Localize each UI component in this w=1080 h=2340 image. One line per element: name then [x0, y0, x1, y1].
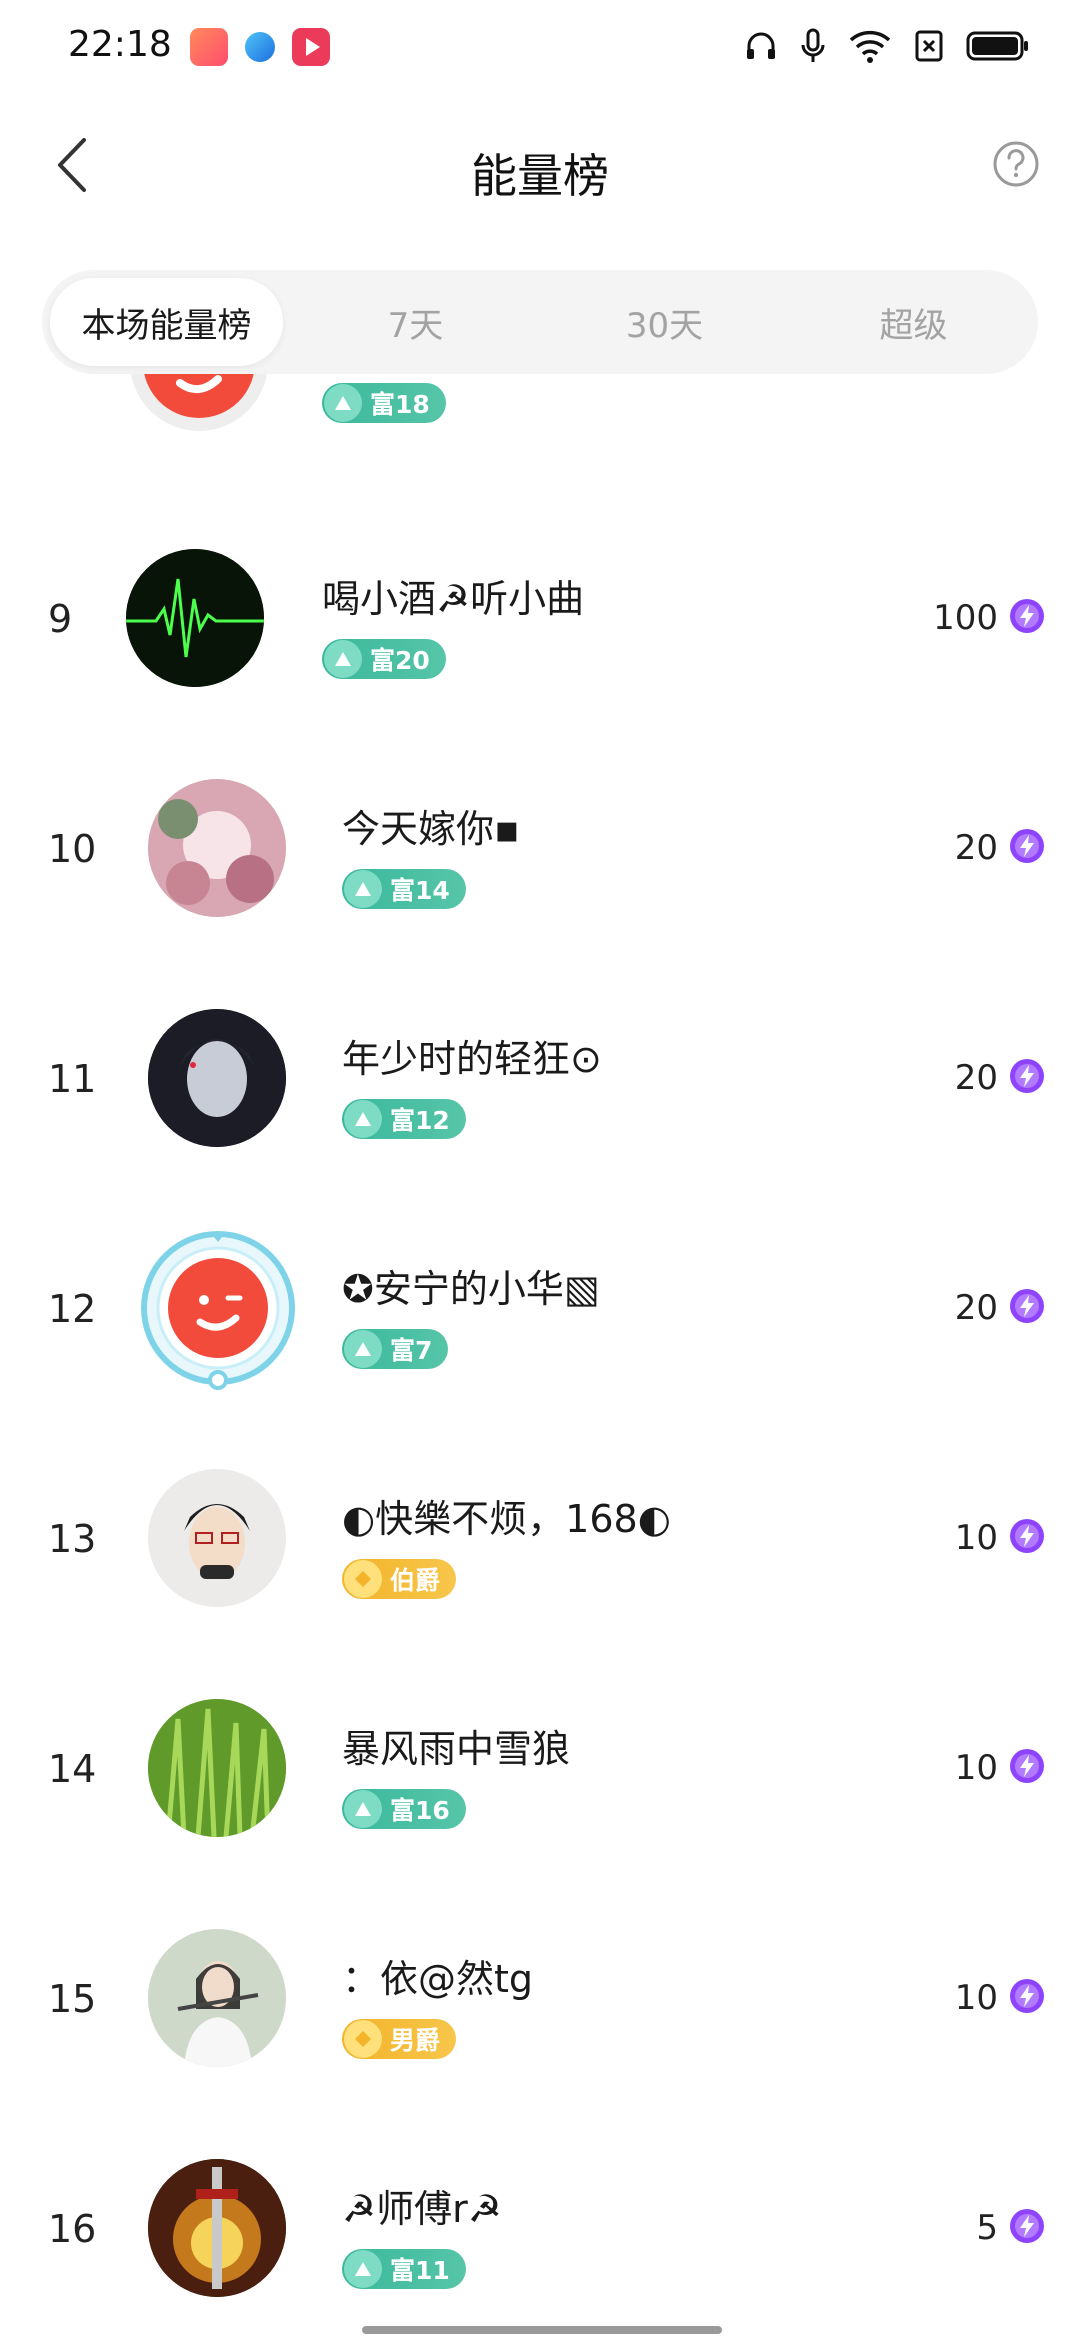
badge-label: 富16 [390, 1796, 450, 1825]
badge-diamond-icon [344, 2020, 382, 2058]
avatar [148, 2159, 286, 2297]
rank-number: 12 [48, 1287, 97, 1331]
app-notification-icon-2 [245, 32, 275, 62]
avatar [126, 549, 264, 687]
badge-label: 富18 [370, 390, 430, 419]
avatar-with-frame [140, 1230, 296, 1390]
user-name: ☭师傅r☭ [342, 2187, 502, 2231]
tab-super[interactable]: 超级 [797, 278, 1030, 366]
energy-score: 20 [954, 1058, 998, 1098]
wealth-badge: 富7 [342, 1329, 449, 1369]
energy-score: 10 [954, 1518, 998, 1558]
energy-score: 5 [976, 2208, 998, 2248]
energy-bolt-icon [1010, 2209, 1044, 2243]
list-item[interactable]: 9 喝小酒☭听小曲 富20 100 [0, 504, 1080, 734]
avatar [148, 779, 286, 917]
status-time: 22:18 [68, 24, 172, 65]
headphones-icon [747, 32, 775, 59]
badge-label: 富14 [390, 876, 450, 905]
list-item[interactable]: 15 ：依@然tg 男爵 10 [0, 1884, 1080, 2114]
avatar [148, 1699, 286, 1837]
rank-number: 11 [48, 1057, 97, 1101]
status-indicators [744, 28, 1030, 64]
user-name: 喝小酒☭听小曲 [322, 577, 585, 621]
wealth-badge: 富18 [322, 383, 446, 423]
avatar [148, 1009, 286, 1147]
noble-badge: 男爵 [342, 2019, 457, 2059]
energy-bolt-icon [1010, 1059, 1044, 1093]
energy-score: 10 [954, 1978, 998, 2018]
energy-score: 10 [954, 1748, 998, 1788]
app-notification-icon-3 [292, 28, 330, 66]
rank-number: 14 [48, 1747, 97, 1791]
rank-number: 9 [48, 597, 73, 641]
badge-label: 富20 [370, 646, 430, 675]
header: 能量榜 [0, 110, 1080, 220]
wealth-badge: 富20 [322, 639, 446, 679]
help-button[interactable] [992, 140, 1040, 188]
badge-label: 富11 [390, 2256, 450, 2285]
rank-number: 10 [48, 827, 97, 871]
energy-bolt-icon [1010, 1979, 1044, 2013]
user-name: ：依@然tg [342, 1957, 534, 2001]
energy-bolt-icon [1010, 829, 1044, 863]
badge-triangle-icon [344, 1330, 382, 1368]
noble-badge: 伯爵 [342, 1559, 457, 1599]
status-bar: 22:18 [0, 0, 1080, 96]
energy-bolt-icon [1010, 1519, 1044, 1553]
badge-triangle-icon [324, 384, 362, 422]
list-item[interactable]: 10 今天嫁你▪ 富14 20 [0, 734, 1080, 964]
rank-number: 15 [48, 1977, 97, 2021]
energy-score: 20 [954, 828, 998, 868]
list-item[interactable]: 14 暴风雨中雪狼 富16 10 [0, 1654, 1080, 1884]
tab-current-session[interactable]: 本场能量榜 [50, 278, 283, 366]
ranking-tabs: 本场能量榜 7天 30天 超级 [42, 270, 1038, 374]
energy-score: 100 [933, 598, 998, 638]
rank-number: 16 [48, 2207, 97, 2251]
user-name: 暴风雨中雪狼 [342, 1727, 571, 1771]
list-item-partial[interactable]: 富18 [0, 374, 1080, 478]
battery-icon [966, 31, 1028, 61]
app-notification-icon-1 [190, 28, 228, 66]
badge-label: 富12 [390, 1106, 450, 1135]
energy-bolt-icon [1010, 1749, 1044, 1783]
rank-number: 13 [48, 1517, 97, 1561]
tab-7-days[interactable]: 7天 [299, 278, 532, 366]
wealth-badge: 富14 [342, 869, 466, 909]
avatar [148, 1929, 286, 2067]
avatar [148, 1469, 286, 1607]
badge-triangle-icon [344, 1100, 382, 1138]
user-name: ✪安宁的小华▧ [342, 1267, 600, 1311]
wealth-badge: 富16 [342, 1789, 466, 1829]
list-item[interactable]: 12 ✪安宁的小华▧ 富7 20 [0, 1194, 1080, 1424]
user-name: 今天嫁你▪ [342, 807, 520, 851]
badge-triangle-icon [344, 1790, 382, 1828]
page-title: 能量榜 [471, 149, 609, 203]
badge-triangle-icon [344, 870, 382, 908]
badge-label: 富7 [390, 1336, 433, 1365]
user-name: ◐快樂不烦，168◐ [342, 1497, 671, 1541]
wifi-icon [849, 30, 891, 63]
badge-label: 男爵 [390, 2026, 441, 2055]
energy-score: 20 [954, 1288, 998, 1328]
wealth-badge: 富11 [342, 2249, 466, 2289]
badge-label: 伯爵 [390, 1566, 441, 1595]
wealth-badge: 富12 [342, 1099, 466, 1139]
badge-diamond-icon [344, 1560, 382, 1598]
energy-bolt-icon [1010, 1289, 1044, 1323]
user-name: 年少时的轻狂⊙ [342, 1037, 602, 1081]
tab-30-days[interactable]: 30天 [548, 278, 781, 366]
badge-triangle-icon [324, 640, 362, 678]
question-mark-icon [993, 141, 1039, 187]
list-item[interactable]: 16 ☭师傅r☭ 富11 5 [0, 2114, 1080, 2340]
no-sim-icon [915, 30, 943, 62]
home-indicator[interactable] [362, 2326, 722, 2334]
list-item[interactable]: 11 年少时的轻狂⊙ 富12 20 [0, 964, 1080, 1194]
ranking-list: 富18 9 喝小酒☭听小曲 富20 100 10 今天嫁你▪ 富14 20 11 [0, 374, 1080, 2340]
avatar [130, 374, 268, 431]
badge-triangle-icon [344, 2250, 382, 2288]
list-item[interactable]: 13 ◐快樂不烦，168◐ 伯爵 10 [0, 1424, 1080, 1654]
microphone-icon [801, 28, 825, 62]
energy-bolt-icon [1010, 599, 1044, 633]
